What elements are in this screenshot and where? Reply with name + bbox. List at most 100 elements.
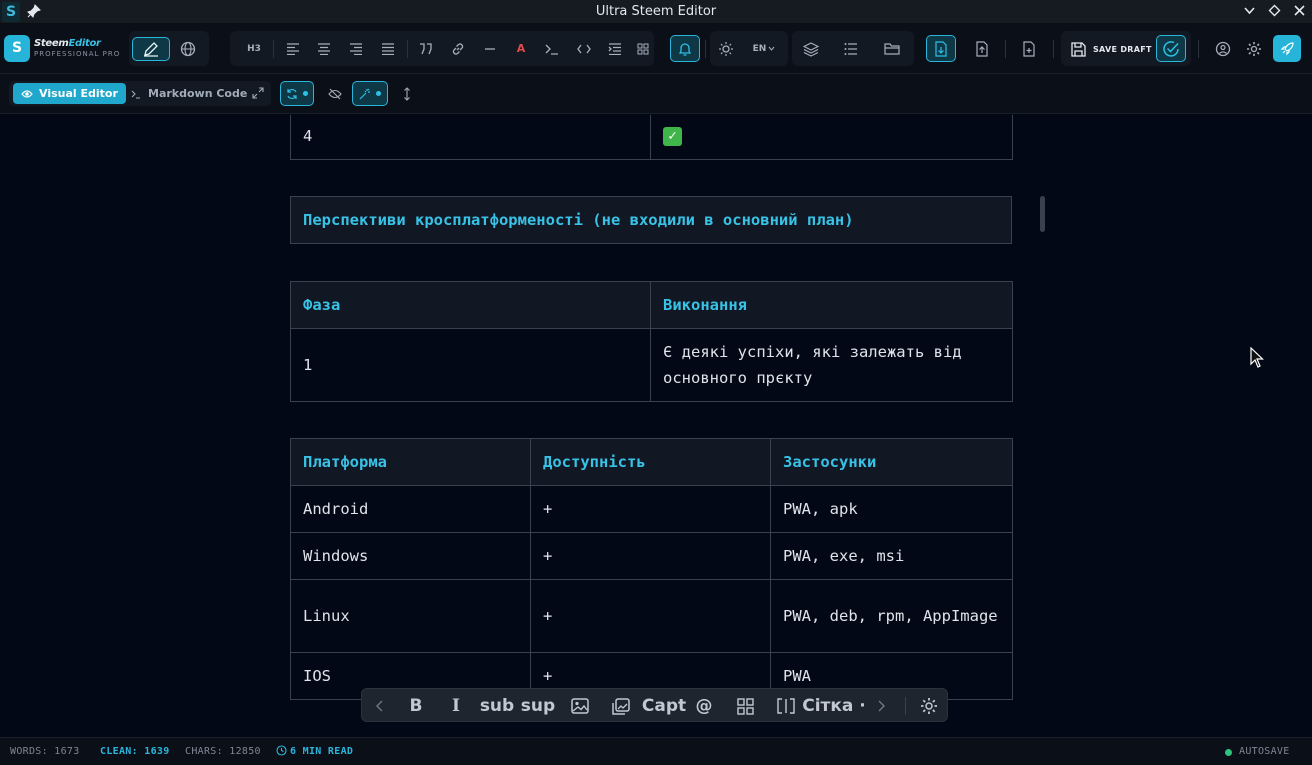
brand-logo: SteemEditor PROFESSIONAL PRO bbox=[34, 38, 120, 58]
heading-button[interactable]: H3 bbox=[241, 31, 267, 66]
table-row: 4 ✓ bbox=[290, 115, 1013, 160]
phase-table: Фаза Виконання 1 Є деякі успіхи, які зал… bbox=[290, 281, 1013, 402]
align-center-icon[interactable] bbox=[311, 31, 337, 66]
mention-button[interactable]: @ bbox=[692, 689, 716, 723]
terminal-icon[interactable] bbox=[539, 31, 565, 66]
table-row: Windows + PWA, exe, msi bbox=[290, 532, 1013, 580]
section-callout: Перспективи кросплатформеності (не входи… bbox=[290, 196, 1012, 244]
gallery-icon[interactable] bbox=[608, 689, 634, 723]
expand-icon[interactable] bbox=[252, 87, 264, 99]
clock-icon bbox=[276, 745, 287, 756]
table-cell: PWA, exe, msi bbox=[770, 532, 1013, 580]
mode-switcher: Visual Editor Markdown Code bbox=[9, 81, 271, 106]
maximize-icon[interactable] bbox=[1268, 4, 1281, 17]
globe-icon[interactable] bbox=[175, 31, 201, 66]
subscript-button[interactable]: sub bbox=[480, 689, 514, 723]
upload-icon[interactable] bbox=[969, 31, 995, 66]
table-cell: PWA, deb, rpm, AppImage bbox=[770, 579, 1013, 653]
folder-icon[interactable] bbox=[879, 31, 905, 66]
code-icon[interactable] bbox=[571, 31, 597, 66]
tab-visual-editor-label: Visual Editor bbox=[39, 87, 118, 100]
arrows-vertical-icon bbox=[404, 86, 410, 101]
align-left-icon[interactable] bbox=[280, 31, 306, 66]
shield-user-icon[interactable] bbox=[1210, 31, 1236, 66]
status-bar: WORDS: 1673 CLEAN: 1639 CHARS: 12850 6 M… bbox=[0, 737, 1312, 765]
list-icon[interactable] bbox=[838, 31, 864, 66]
grid-layout-button[interactable]: Сітка · bbox=[802, 689, 866, 723]
scrollbar-thumb[interactable] bbox=[1040, 196, 1045, 232]
brand-name-a: Steem bbox=[34, 38, 69, 49]
check-mark-icon: ✓ bbox=[663, 126, 682, 146]
tab-markdown-code-label: Markdown Code bbox=[148, 87, 248, 100]
link-icon[interactable] bbox=[445, 31, 471, 66]
window-title: Ultra Steem Editor bbox=[595, 4, 717, 19]
table-cell: 4 bbox=[290, 115, 651, 160]
sun-icon[interactable] bbox=[713, 31, 739, 66]
download-icon[interactable] bbox=[926, 35, 956, 62]
scroll-right-icon[interactable] bbox=[870, 689, 892, 723]
italic-button[interactable]: I bbox=[444, 689, 468, 723]
split-columns-icon[interactable] bbox=[774, 689, 798, 723]
bold-button[interactable]: B bbox=[404, 689, 428, 723]
editor-canvas[interactable]: 4 ✓ Перспективи кросплатформеності (не в… bbox=[0, 115, 1312, 737]
sync-toggle[interactable] bbox=[280, 81, 314, 106]
grid-icon[interactable] bbox=[733, 689, 757, 723]
document-group bbox=[792, 31, 914, 66]
platform-table: Платформа Доступність Застосунки Android… bbox=[290, 438, 1013, 700]
language-label: EN bbox=[752, 43, 767, 54]
quote-icon[interactable] bbox=[413, 31, 439, 66]
text-color-icon[interactable]: A bbox=[508, 31, 534, 66]
table-row: Android + PWA, apk bbox=[290, 485, 1013, 533]
terminal-icon bbox=[131, 90, 140, 99]
view-mode-group bbox=[129, 31, 209, 66]
tab-visual-editor[interactable]: Visual Editor bbox=[13, 83, 126, 104]
format-group: H3 A bbox=[230, 31, 654, 66]
language-select[interactable]: EN bbox=[748, 31, 780, 66]
grid-icon[interactable] bbox=[633, 31, 653, 66]
align-right-icon[interactable] bbox=[343, 31, 369, 66]
word-count: WORDS: 1673 bbox=[10, 746, 80, 757]
save-draft-label: SAVE DRAFT bbox=[1093, 44, 1152, 54]
table-cell: + bbox=[530, 485, 771, 533]
table-cell: ✓ bbox=[650, 115, 1013, 160]
char-count: CHARS: 12850 bbox=[185, 746, 261, 757]
indent-icon[interactable] bbox=[602, 31, 628, 66]
hide-preview-toggle[interactable] bbox=[322, 81, 347, 106]
export-icon[interactable] bbox=[1016, 31, 1042, 66]
minimize-icon[interactable] bbox=[1243, 4, 1256, 17]
pen-icon[interactable] bbox=[132, 37, 170, 61]
close-icon[interactable] bbox=[1293, 4, 1306, 17]
align-justify-icon[interactable] bbox=[375, 31, 401, 66]
floating-format-bar: B I sub sup Capt @ Сітка · bbox=[361, 688, 948, 722]
eye-icon bbox=[21, 89, 33, 98]
superscript-button[interactable]: sup bbox=[520, 689, 556, 723]
table-header: Платформа bbox=[290, 438, 531, 486]
tab-markdown-code[interactable]: Markdown Code bbox=[131, 83, 247, 104]
table-cell: Linux bbox=[290, 579, 531, 653]
settings-group: EN bbox=[710, 31, 788, 66]
previous-table: 4 ✓ bbox=[290, 115, 1013, 160]
magic-toggle[interactable] bbox=[352, 81, 388, 106]
rocket-icon[interactable] bbox=[1273, 35, 1301, 62]
table-row: 1 Є деякі успіхи, які залежать від основ… bbox=[290, 328, 1013, 402]
gear-icon[interactable] bbox=[917, 689, 941, 723]
mouse-cursor-icon bbox=[1250, 347, 1264, 369]
table-cell: Android bbox=[290, 485, 531, 533]
layers-icon[interactable] bbox=[798, 31, 824, 66]
table-header-row: Фаза Виконання bbox=[290, 281, 1013, 329]
horizontal-rule-icon[interactable] bbox=[477, 31, 503, 66]
table-header: Доступність bbox=[530, 438, 771, 486]
table-cell: Windows bbox=[290, 532, 531, 580]
scroll-left-icon[interactable] bbox=[368, 689, 392, 723]
autosave-label: AUTOSAVE bbox=[1239, 746, 1290, 757]
save-draft-button[interactable]: SAVE DRAFT bbox=[1070, 35, 1160, 63]
sparkle-icon bbox=[359, 88, 370, 99]
check-circle-icon[interactable] bbox=[1156, 35, 1186, 62]
scroll-sync-toggle[interactable] bbox=[395, 81, 419, 106]
gear-icon[interactable] bbox=[1241, 31, 1267, 66]
logo-mark: S bbox=[4, 35, 30, 62]
image-icon[interactable] bbox=[567, 689, 593, 723]
table-cell: Є деякі успіхи, які залежать від основно… bbox=[650, 328, 1013, 402]
caption-button[interactable]: Capt bbox=[642, 689, 686, 723]
bell-icon[interactable] bbox=[670, 35, 700, 62]
